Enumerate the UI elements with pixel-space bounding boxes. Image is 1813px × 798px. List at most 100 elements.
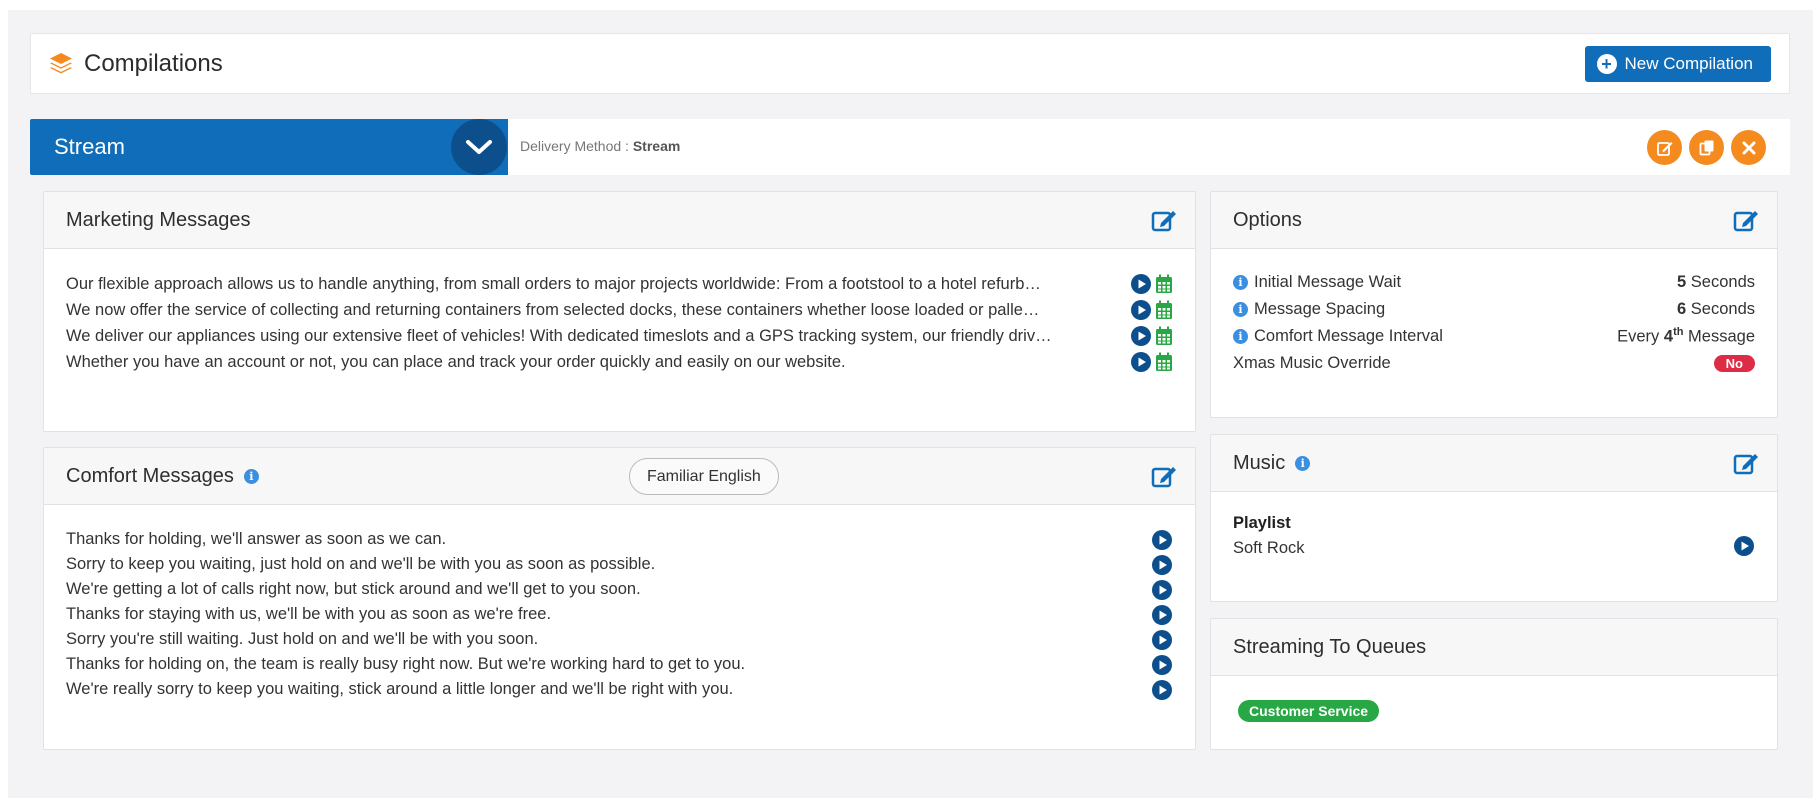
info-icon[interactable]: i <box>1295 455 1311 471</box>
option-xmas-label: Xmas Music Override <box>1233 354 1391 372</box>
play-icon[interactable] <box>1152 629 1172 650</box>
marketing-messages-title: Marketing Messages <box>66 208 251 231</box>
delivery-method: Delivery Method : Stream <box>520 138 680 154</box>
play-icon[interactable] <box>1152 604 1172 625</box>
streaming-queues-header: Streaming To Queues <box>1211 619 1777 676</box>
play-icon[interactable] <box>1734 536 1754 556</box>
info-icon[interactable]: i <box>1233 275 1248 290</box>
delivery-method-value: Stream <box>632 138 681 154</box>
marketing-message-text: Whether you have an account or not, you … <box>66 352 846 371</box>
option-comfort-interval-label-wrap: i Comfort Message Interval <box>1233 327 1617 346</box>
music-header: Music i <box>1211 435 1777 492</box>
new-compilation-label: New Compilation <box>1624 54 1754 73</box>
marketing-messages-list: Our flexible approach allows us to handl… <box>44 249 1195 375</box>
options-title: Options <box>1233 208 1302 231</box>
language-selector[interactable]: Familiar English <box>629 458 779 495</box>
page-header: Compilations + New Compilation <box>30 33 1790 94</box>
play-icon[interactable] <box>1131 326 1151 346</box>
marketing-message-actions <box>1131 274 1173 294</box>
music-panel: Music i Playlist Soft Rock <box>1210 434 1778 602</box>
option-initial-wait-value: 5 <box>1677 273 1687 291</box>
marketing-message-text: We now offer the service of collecting a… <box>66 300 1040 319</box>
xmas-status-badge: No <box>1713 355 1755 372</box>
option-spacing-label: Message Spacing <box>1254 300 1386 318</box>
comfort-messages-list: Thanks for holding, we'll answer as soon… <box>44 505 1195 702</box>
marketing-message-actions <box>1131 352 1173 372</box>
calendar-icon[interactable] <box>1155 274 1173 294</box>
copy-icon <box>1699 140 1713 155</box>
queues-body: Customer Service <box>1211 676 1777 722</box>
comfort-message-text: We're getting a lot of calls right now, … <box>66 580 641 598</box>
playlist-label: Playlist <box>1233 514 1291 532</box>
options-panel: Options i Initial Message Wait 5 Seconds… <box>1210 191 1778 418</box>
comfort-message-text: Sorry to keep you waiting, just hold on … <box>66 555 656 573</box>
info-icon[interactable]: i <box>243 468 259 484</box>
streaming-queues-panel: Streaming To Queues Customer Service <box>1210 618 1778 750</box>
new-compilation-button[interactable]: + New Compilation <box>1584 46 1771 82</box>
marketing-message-actions <box>1131 300 1173 320</box>
marketing-message-row: Whether you have an account or not, you … <box>66 349 1173 375</box>
play-icon[interactable] <box>1131 352 1151 372</box>
queue-badge[interactable]: Customer Service <box>1238 700 1380 722</box>
option-comfort-interval-suffix: th <box>1673 326 1684 339</box>
option-initial-wait-unit: Seconds <box>1690 273 1755 291</box>
comfort-message-text: Sorry you're still waiting. Just hold on… <box>66 630 539 648</box>
option-spacing: i Message Spacing 6 Seconds <box>1233 296 1755 323</box>
comfort-message-row: Sorry you're still waiting. Just hold on… <box>66 627 1173 652</box>
comfort-message-text: Thanks for holding, we'll answer as soon… <box>66 530 447 548</box>
play-icon[interactable] <box>1152 529 1172 550</box>
option-comfort-interval-label: Comfort Message Interval <box>1254 327 1443 345</box>
playlist-name: Soft Rock <box>1233 539 1305 557</box>
option-initial-wait-value-wrap: 5 Seconds <box>1677 273 1755 292</box>
delete-compilation-button[interactable] <box>1731 130 1766 165</box>
marketing-message-row: We now offer the service of collecting a… <box>66 297 1173 323</box>
comfort-message-row: We're really sorry to keep you waiting, … <box>66 677 1173 702</box>
option-initial-wait: i Initial Message Wait 5 Seconds <box>1233 269 1755 296</box>
play-icon[interactable] <box>1131 274 1151 294</box>
option-comfort-interval-unit: Message <box>1688 327 1755 346</box>
marketing-message-row: Our flexible approach allows us to handl… <box>66 271 1173 297</box>
comfort-message-row: Sorry to keep you waiting, just hold on … <box>66 552 1173 577</box>
comfort-message-text: Thanks for holding on, the team is reall… <box>66 655 746 673</box>
edit-options-button[interactable] <box>1733 207 1761 233</box>
play-icon[interactable] <box>1152 554 1172 575</box>
play-icon[interactable] <box>1152 654 1172 675</box>
streaming-queues-title: Streaming To Queues <box>1233 635 1427 658</box>
options-header: Options <box>1211 192 1777 249</box>
comfort-message-row: Thanks for holding on, the team is reall… <box>66 652 1173 677</box>
edit-music-button[interactable] <box>1733 450 1761 476</box>
collapse-toggle-button[interactable] <box>451 119 507 175</box>
music-title: Music <box>1233 451 1286 474</box>
comfort-messages-title: Comfort Messages <box>66 464 234 487</box>
play-icon[interactable] <box>1131 300 1151 320</box>
play-icon[interactable] <box>1152 679 1172 700</box>
compilation-name: Stream <box>30 119 508 175</box>
music-body: Playlist Soft Rock <box>1211 492 1777 558</box>
info-icon[interactable]: i <box>1233 329 1248 344</box>
delivery-method-label: Delivery Method : <box>520 138 629 154</box>
option-initial-wait-label-wrap: i Initial Message Wait <box>1233 273 1677 292</box>
option-spacing-label-wrap: i Message Spacing <box>1233 300 1677 319</box>
edit-marketing-button[interactable] <box>1151 207 1179 233</box>
option-comfort-interval-prefix: Every <box>1617 327 1660 346</box>
edit-compilation-button[interactable] <box>1647 130 1682 165</box>
play-icon[interactable] <box>1152 579 1172 600</box>
option-comfort-interval-value: 4 <box>1663 327 1674 346</box>
calendar-icon[interactable] <box>1155 326 1173 346</box>
marketing-messages-panel: Marketing Messages Our flexible approach… <box>43 191 1196 432</box>
compilation-actions <box>1647 130 1766 165</box>
calendar-icon[interactable] <box>1155 352 1173 372</box>
option-initial-wait-label: Initial Message Wait <box>1254 273 1402 291</box>
option-spacing-unit: Seconds <box>1690 300 1755 318</box>
layers-icon <box>50 52 72 73</box>
calendar-icon[interactable] <box>1155 300 1173 320</box>
edit-comfort-button[interactable] <box>1151 463 1179 489</box>
marketing-messages-header: Marketing Messages <box>44 192 1195 249</box>
comfort-messages-panel: Comfort Messages i Familiar English Than… <box>43 447 1196 750</box>
info-icon[interactable]: i <box>1233 302 1248 317</box>
option-xmas-override: Xmas Music Override No <box>1233 350 1755 377</box>
copy-compilation-button[interactable] <box>1689 130 1724 165</box>
comfort-message-text: Thanks for staying with us, we'll be wit… <box>66 605 552 623</box>
compilation-bar: Stream Delivery Method : Stream <box>30 119 1790 175</box>
marketing-message-actions <box>1131 326 1173 346</box>
